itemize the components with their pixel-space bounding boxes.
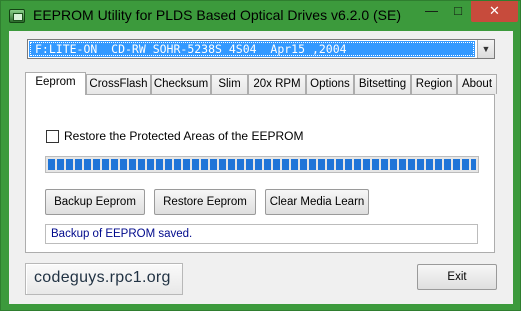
drive-select-value[interactable]: F:LITE-ON CD-RW SOHR-5238S 4S04 Apr15 ,2…	[29, 41, 475, 57]
progress-bar	[45, 156, 479, 173]
window-title: EEPROM Utility for PLDS Based Optical Dr…	[33, 7, 401, 23]
logo-text: codeguys.rpc1.org	[34, 269, 171, 286]
tab-20x-rpm[interactable]: 20x RPM	[248, 74, 306, 94]
tab-region[interactable]: Region	[411, 74, 457, 94]
tab-about[interactable]: About	[457, 74, 497, 94]
maximize-button[interactable]: □	[445, 1, 471, 22]
chevron-down-icon[interactable]: ▼	[477, 40, 494, 58]
restore-eeprom-button[interactable]: Restore Eeprom	[154, 189, 256, 215]
restore-protected-checkbox[interactable]	[46, 130, 59, 143]
client-area: F:LITE-ON CD-RW SOHR-5238S 4S04 Apr15 ,2…	[9, 31, 513, 304]
backup-eeprom-button[interactable]: Backup Eeprom	[45, 189, 145, 215]
close-button[interactable]: ✕	[471, 1, 518, 22]
app-window: EEPROM Utility for PLDS Based Optical Dr…	[0, 0, 521, 311]
drive-select[interactable]: F:LITE-ON CD-RW SOHR-5238S 4S04 Apr15 ,2…	[27, 39, 495, 59]
clear-media-learn-button[interactable]: Clear Media Learn	[265, 189, 369, 215]
exit-button[interactable]: Exit	[417, 264, 497, 290]
minimize-button[interactable]: —	[418, 1, 445, 22]
tab-slim[interactable]: Slim	[211, 74, 248, 94]
tab-options[interactable]: Options	[306, 74, 354, 94]
tab-checksum[interactable]: Checksum	[151, 74, 211, 94]
tab-crossflash[interactable]: CrossFlash	[86, 74, 151, 94]
app-drive-icon	[9, 9, 25, 23]
status-text: Backup of EEPROM saved.	[45, 224, 478, 244]
site-logo: codeguys.rpc1.org	[25, 263, 183, 295]
tab-bitsetting[interactable]: Bitsetting	[354, 74, 411, 94]
tab-bar: Eeprom CrossFlash Checksum Slim 20x RPM …	[25, 72, 497, 95]
progress-fill	[48, 159, 476, 170]
tab-eeprom[interactable]: Eeprom	[25, 72, 86, 95]
restore-protected-label[interactable]: Restore the Protected Areas of the EEPRO…	[64, 129, 303, 143]
title-bar[interactable]: EEPROM Utility for PLDS Based Optical Dr…	[1, 1, 520, 31]
eeprom-panel: Restore the Protected Areas of the EEPRO…	[25, 94, 495, 253]
